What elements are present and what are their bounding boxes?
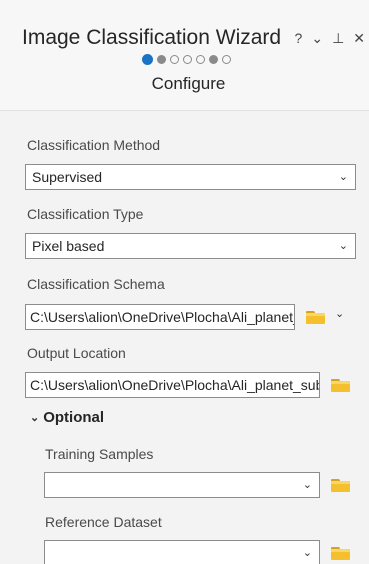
step-title: Configure	[151, 74, 226, 93]
classification-type-value: Pixel based	[32, 238, 105, 254]
classification-type-select[interactable]: Pixel based ⌄	[25, 233, 356, 259]
chevron-down-icon: ⌄	[338, 171, 348, 183]
step-dot-7[interactable]	[222, 55, 231, 64]
folder-icon[interactable]	[306, 309, 325, 324]
classification-type-label: Classification Type	[27, 206, 144, 222]
folder-icon[interactable]	[331, 377, 350, 392]
classification-method-select[interactable]: Supervised ⌄	[25, 164, 356, 190]
step-dot-1[interactable]	[142, 54, 153, 65]
step-dot-2[interactable]	[157, 55, 166, 64]
pin-icon[interactable]: ⊥	[332, 30, 344, 46]
classification-schema-label: Classification Schema	[27, 276, 165, 292]
wizard-header: Image Classification Wizard ? ⌄ ⊥ ✕ Conf…	[0, 0, 369, 110]
chevron-down-icon[interactable]: ⌄	[311, 30, 323, 46]
training-samples-select[interactable]: ⌄	[44, 472, 320, 498]
wizard-panel: Image Classification Wizard ? ⌄ ⊥ ✕ Conf…	[0, 0, 369, 564]
output-location-input[interactable]: C:\Users\alion\OneDrive\Plocha\Ali_plane…	[25, 372, 320, 398]
close-icon[interactable]: ✕	[353, 30, 365, 46]
output-location-label: Output Location	[27, 345, 126, 361]
chevron-down-icon: ⌄	[302, 479, 312, 491]
training-samples-label: Training Samples	[45, 446, 154, 462]
chevron-down-icon: ⌄	[338, 240, 348, 252]
reference-dataset-select[interactable]: ⌄	[44, 540, 320, 564]
step-dot-3[interactable]	[170, 55, 179, 64]
chevron-down-icon: ⌄	[30, 412, 40, 424]
chevron-down-icon[interactable]: ⌄	[335, 307, 344, 320]
folder-icon[interactable]	[331, 477, 350, 492]
step-dot-4[interactable]	[183, 55, 192, 64]
title-bar-controls: ? ⌄ ⊥ ✕	[295, 30, 365, 46]
help-icon[interactable]: ?	[295, 30, 303, 46]
header-divider	[0, 110, 369, 111]
optional-label: Optional	[43, 409, 105, 426]
reference-dataset-label: Reference Dataset	[45, 514, 162, 530]
step-dot-5[interactable]	[196, 55, 205, 64]
classification-method-label: Classification Method	[27, 137, 161, 153]
classification-schema-input[interactable]: C:\Users\alion\OneDrive\Plocha\Ali_plane…	[25, 304, 295, 330]
classification-method-value: Supervised	[32, 169, 103, 185]
step-dot-6[interactable]	[209, 55, 218, 64]
step-indicator	[0, 54, 369, 65]
panel-title: Image Classification Wizard	[22, 26, 282, 49]
optional-section-toggle[interactable]: ⌄ Optional	[30, 409, 104, 426]
folder-icon[interactable]	[331, 545, 350, 560]
chevron-down-icon: ⌄	[302, 547, 312, 559]
